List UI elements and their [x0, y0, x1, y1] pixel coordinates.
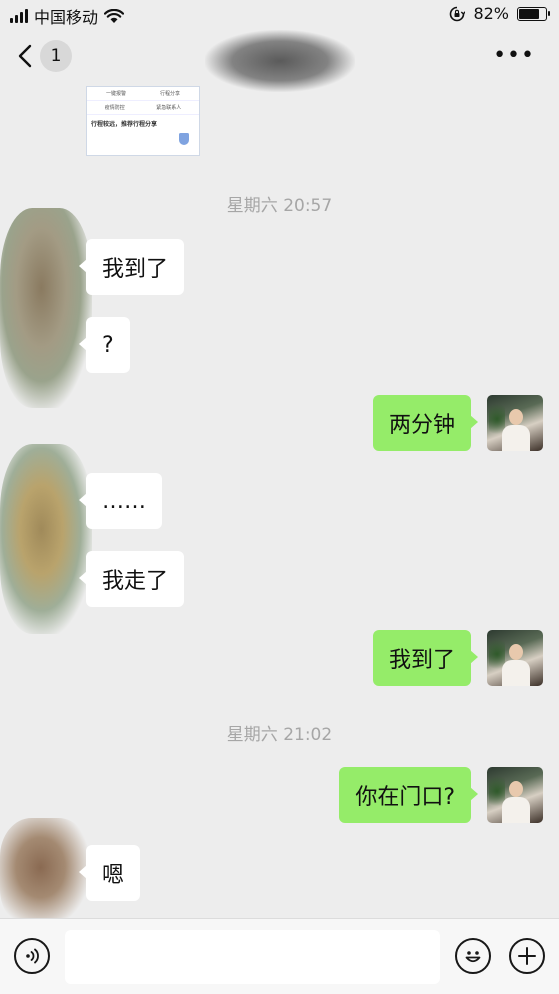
message-bubble[interactable]: 你在门口?: [339, 767, 478, 823]
message-bubble[interactable]: 我到了: [78, 239, 185, 295]
emoji-button[interactable]: [455, 938, 491, 974]
emoji-icon: [465, 951, 481, 963]
shield-icon: [179, 133, 189, 145]
message-bubble[interactable]: 我走了: [78, 551, 185, 607]
card-menu-item: 疫情防控: [104, 105, 125, 111]
signal-icon: [10, 9, 28, 23]
voice-button[interactable]: [14, 938, 50, 974]
message-bubble[interactable]: 两分钟: [372, 395, 479, 451]
carrier-name: 中国移动: [34, 8, 99, 27]
status-left: 中国移动: [10, 4, 125, 28]
orientation-lock-icon: [450, 6, 466, 21]
back-chevron-icon: [18, 44, 32, 68]
battery-percent: 82%: [473, 4, 509, 23]
plus-icon: [518, 947, 536, 965]
plus-button[interactable]: [509, 938, 545, 974]
message-input[interactable]: [65, 930, 440, 984]
battery-icon: [517, 6, 550, 21]
card-menu-row: 一键报警 行程分享: [87, 87, 199, 101]
battery-fill: [519, 8, 539, 19]
more-icon[interactable]: •••: [493, 45, 535, 67]
card-menu-item: 紧急联系人: [156, 105, 182, 111]
avatar[interactable]: [487, 630, 543, 686]
message-bubble[interactable]: 我到了: [372, 630, 479, 686]
status-bar: 中国移动 82%: [0, 0, 559, 30]
message-bubble[interactable]: 嗯: [78, 845, 141, 901]
avatar[interactable]: [0, 818, 90, 918]
avatar[interactable]: [0, 208, 92, 408]
card-menu-row: 疫情防控 紧急联系人: [87, 101, 199, 115]
back-button[interactable]: 1: [18, 40, 72, 72]
message-bubble[interactable]: ……: [79, 473, 162, 529]
voice-icon: [26, 948, 39, 964]
input-bar: [0, 918, 559, 994]
wifi-icon: [104, 8, 125, 23]
chat-area[interactable]: 一键报警 行程分享 疫情防控 紧急联系人 行程较远，推荐行程分享 星期六 20:…: [0, 86, 559, 918]
chat-title-obscured: [205, 30, 355, 92]
card-menu-item: 一键报警: [105, 91, 126, 97]
avatar[interactable]: [0, 444, 92, 634]
avatar[interactable]: [487, 767, 543, 823]
status-right: 82%: [449, 4, 550, 23]
shared-card-thumbnail[interactable]: 一键报警 行程分享 疫情防控 紧急联系人 行程较远，推荐行程分享: [86, 86, 200, 156]
avatar[interactable]: [487, 395, 543, 451]
card-menu-item: 行程分享: [159, 91, 180, 97]
unread-count-badge: 1: [40, 40, 72, 72]
message-bubble[interactable]: ?: [79, 317, 130, 373]
nav-bar: 1 •••: [0, 30, 559, 92]
card-title: 行程较远，推荐行程分享: [91, 121, 158, 128]
timestamp: 星期六 21:02: [226, 725, 333, 745]
timestamp: 星期六 20:57: [226, 196, 333, 216]
